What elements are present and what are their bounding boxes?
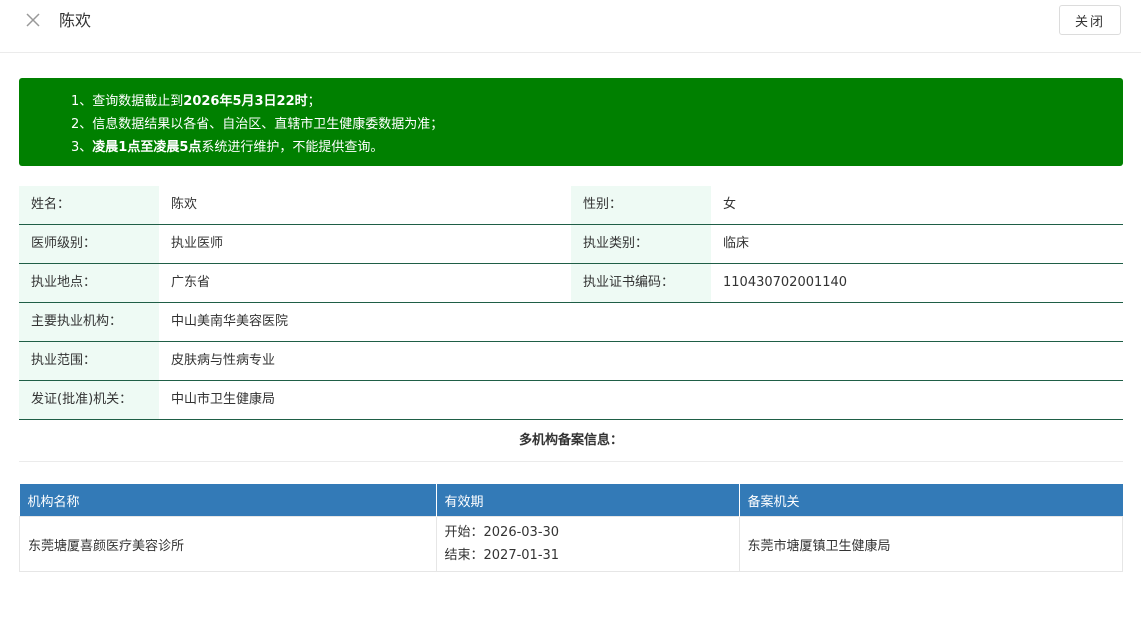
end-date: 结束：2027-01-31 <box>444 548 560 563</box>
table-header-row: 机构名称 有效期 备案机关 <box>19 484 1123 517</box>
org-label: 主要执业机构： <box>19 303 159 341</box>
col-org-name: 机构名称 <box>19 484 437 517</box>
category-label: 执业类别： <box>571 225 711 263</box>
multi-org-table: 机构名称 有效期 备案机关 东莞塘厦喜颜医疗美容诊所 开始：2026-03-30… <box>19 484 1123 572</box>
dialog-header: 陈欢 关闭 <box>0 0 1141 53</box>
name-value: 陈欢 <box>171 197 198 212</box>
info-row-issuer: 发证(批准)机关： 中山市卫生健康局 <box>19 381 1123 420</box>
start-date: 开始：2026-03-30 <box>444 525 560 540</box>
multi-org-title: 多机构备案信息： <box>19 420 1123 462</box>
level-label: 医师级别： <box>19 225 159 263</box>
col-validity: 有效期 <box>436 484 740 517</box>
validity-cell: 开始：2026-03-30 结束：2027-01-31 <box>435 516 740 572</box>
location-value: 广东省 <box>171 275 211 290</box>
issuer-value: 中山市卫生健康局 <box>171 392 276 407</box>
notice-line-1: 1、查询数据截止到2026年5月3日22时； <box>71 94 321 109</box>
cert-label: 执业证书编码： <box>571 264 711 302</box>
info-row-level: 医师级别： 执业医师 执业类别： 临床 <box>19 225 1123 264</box>
level-value: 执业医师 <box>171 236 224 251</box>
cert-value: 110430702001140 <box>723 275 848 290</box>
name-label: 姓名： <box>19 186 159 224</box>
col-authority: 备案机关 <box>739 484 1123 517</box>
close-button[interactable]: 关闭 <box>1059 5 1121 35</box>
scope-label: 执业范围： <box>19 342 159 380</box>
dialog-title: 陈欢 <box>59 11 92 30</box>
org-name-cell: 东莞塘厦喜颜医疗美容诊所 <box>19 516 437 572</box>
info-row-scope: 执业范围： 皮肤病与性病专业 <box>19 342 1123 381</box>
notice-line-3: 3、凌晨1点至凌晨5点系统进行维护，不能提供查询。 <box>71 140 384 155</box>
doctor-info-table: 姓名： 陈欢 性别： 女 医师级别： 执业医师 执业类别： 临床 执业地点： 广… <box>19 186 1123 420</box>
issuer-label: 发证(批准)机关： <box>19 381 159 419</box>
info-row-name: 姓名： 陈欢 性别： 女 <box>19 186 1123 225</box>
category-value: 临床 <box>723 236 750 251</box>
org-value: 中山美南华美容医院 <box>171 314 289 329</box>
close-icon[interactable] <box>24 11 42 29</box>
scope-value: 皮肤病与性病专业 <box>171 353 276 368</box>
notice-banner: 1、查询数据截止到2026年5月3日22时； 2、信息数据结果以各省、自治区、直… <box>19 78 1123 166</box>
gender-value: 女 <box>723 197 737 212</box>
info-row-org: 主要执业机构： 中山美南华美容医院 <box>19 303 1123 342</box>
info-row-location: 执业地点： 广东省 执业证书编码： 110430702001140 <box>19 264 1123 303</box>
authority-cell: 东莞市塘厦镇卫生健康局 <box>738 516 1123 572</box>
location-label: 执业地点： <box>19 264 159 302</box>
table-row: 东莞塘厦喜颜医疗美容诊所 开始：2026-03-30 结束：2027-01-31… <box>19 516 1123 572</box>
gender-label: 性别： <box>571 186 711 224</box>
notice-line-2: 2、信息数据结果以各省、自治区、直辖市卫生健康委数据为准； <box>71 117 444 132</box>
